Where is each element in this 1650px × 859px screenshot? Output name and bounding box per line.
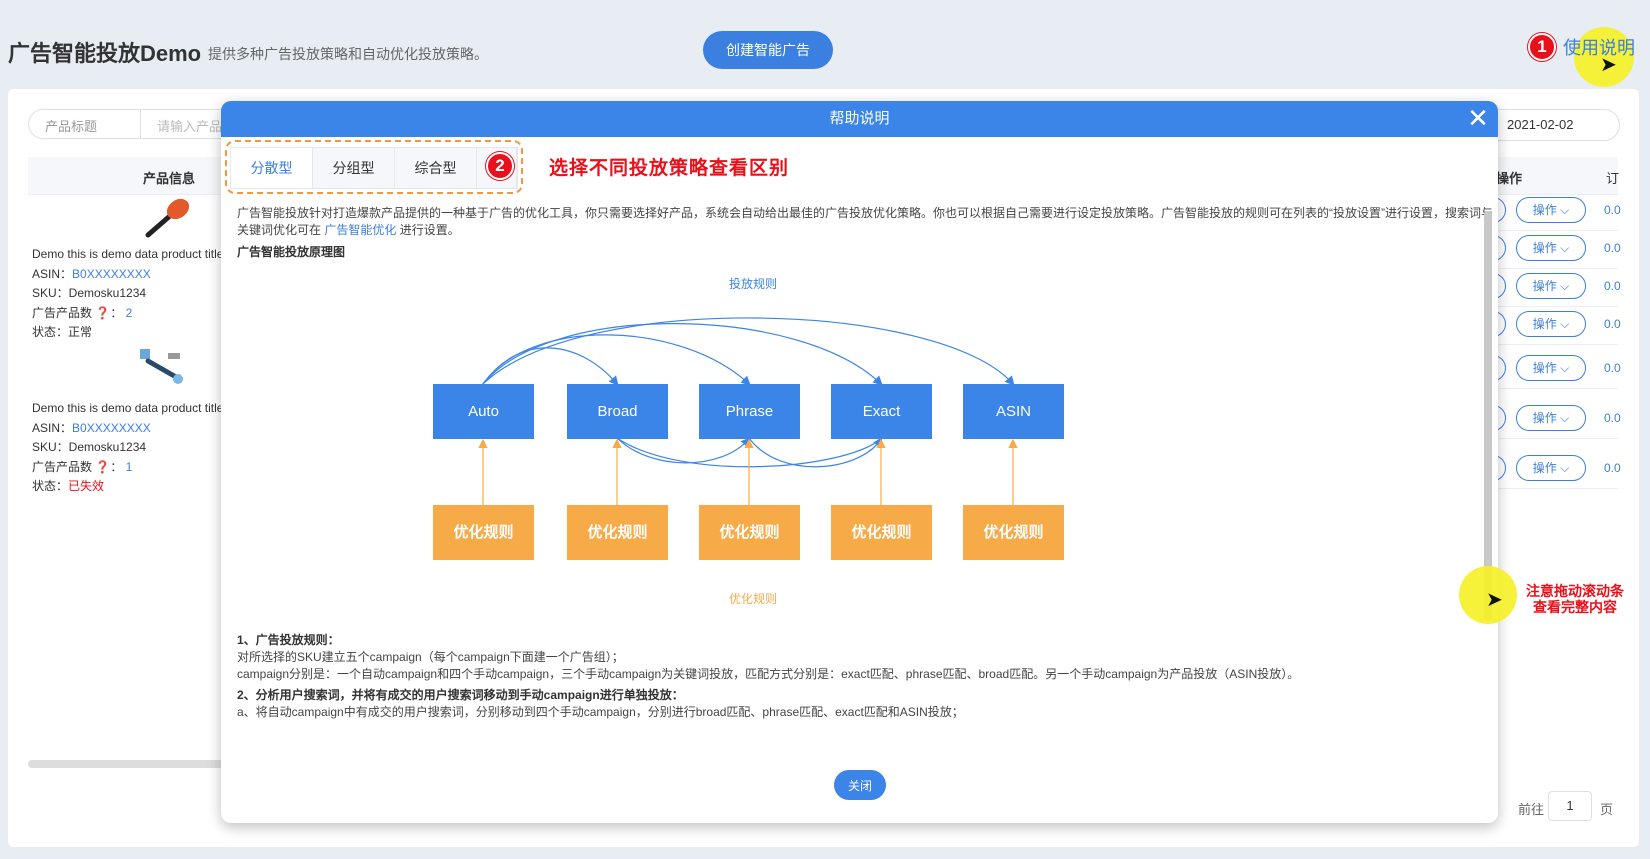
page-title: 广告智能投放Demo (8, 41, 202, 66)
scroll-annotation: 注意拖动滚动条 查看完整内容 (1526, 583, 1624, 615)
col-stub-value: 0.0 (1604, 317, 1621, 331)
col-stub-value: 0.0 (1604, 461, 1621, 475)
pager-goto-label: 前往 (1518, 802, 1545, 817)
node-asin: ASIN (963, 384, 1064, 439)
table-row: Demo this is demo data product title ASI… (32, 401, 224, 493)
node-exact: Exact (831, 384, 932, 439)
col-stub-value: 0.0 (1604, 241, 1621, 255)
help-dialog: 帮助说明 ✕ 分散型 分组型 综合型 2 选择不同投放策略查看区别 广告智能投放… (221, 101, 1498, 823)
row-divider (1486, 388, 1618, 389)
sku-text: SKU：Demosku1234 (32, 286, 147, 300)
section-1-line-1: 对所选择的SKU建立五个campaign（每个campaign下面建一个广告组）… (237, 650, 624, 664)
help-icon: ❓ (95, 459, 111, 474)
ad-count-label: 广告产品数 (32, 305, 93, 320)
node-opt-1: 优化规则 (433, 505, 534, 560)
asin-label: ASIN： (32, 420, 73, 435)
close-button[interactable]: 关闭 (834, 770, 886, 800)
col-stub-value: 0.0 (1604, 411, 1621, 425)
section-2-title: 2、分析用户搜索词，并将有成交的用户搜索词移动到手动campaign进行单独投放… (237, 688, 684, 702)
col-stub-value: 0.0 (1604, 203, 1621, 217)
status-label: 状态： (32, 479, 69, 493)
help-icon: ❓ (95, 305, 111, 320)
asin-label: ASIN： (32, 266, 73, 281)
product-title: Demo this is demo data product title (32, 401, 224, 415)
sku-text: SKU：Demosku1234 (32, 440, 147, 454)
op-dropdown-button[interactable]: 操作 ⌵ (1516, 197, 1586, 223)
asin-link[interactable]: B0XXXXXXXX (72, 421, 151, 435)
op-dropdown-button[interactable]: 操作 ⌵ (1516, 311, 1586, 337)
column-header-stub: 订 (1606, 171, 1620, 186)
cursor-icon: ➤ (1486, 589, 1503, 611)
product-image-brush (145, 198, 190, 238)
rules-section: 1、广告投放规则： 对所选择的SKU建立五个campaign（每个campaig… (237, 632, 1467, 721)
pager-unit-label: 页 (1600, 802, 1614, 817)
ad-count-label: 广告产品数 (32, 459, 93, 474)
ad-count[interactable]: 1 (126, 460, 133, 474)
column-header-op: 操作 (1496, 171, 1523, 186)
row-divider (1486, 344, 1618, 345)
column-header-product: 产品信息 (143, 171, 196, 186)
row-divider (1486, 488, 1618, 489)
section-1-line-2: campaign分别是：一个自动campaign和四个手动campaign，三个… (237, 667, 1300, 681)
op-dropdown-button[interactable]: 操作 ⌵ (1516, 235, 1586, 261)
section-1-title: 1、广告投放规则： (237, 633, 340, 647)
table-row: Demo this is demo data product title ASI… (32, 247, 224, 339)
date-picker[interactable]: 2021-02-02 (1478, 109, 1620, 141)
row-divider (1486, 306, 1618, 307)
section-2-line-1: a、将自动campaign中有成交的用户搜索词，分别移动到四个手动campaig… (237, 705, 964, 719)
status-label: 状态： (32, 325, 69, 339)
row-divider (1486, 438, 1618, 439)
row-divider (1486, 230, 1618, 231)
op-dropdown-button[interactable]: 操作 ⌵ (1516, 405, 1586, 431)
filter-input[interactable]: 请输入产品 (141, 109, 231, 139)
node-opt-5: 优化规则 (963, 505, 1064, 560)
step-badge-1: 1 (1528, 33, 1556, 61)
op-dropdown-button[interactable]: 操作 ⌵ (1516, 273, 1586, 299)
filter-select[interactable]: 产品标题 (28, 109, 141, 139)
node-broad: Broad (567, 384, 668, 439)
status-value: 正常 (68, 325, 93, 339)
product-title: Demo this is demo data product title (32, 247, 224, 261)
scroll-note-line-2: 查看完整内容 (1533, 599, 1617, 615)
cursor-icon: ➤ (1600, 54, 1617, 76)
pager-input[interactable]: 1 (1548, 791, 1592, 821)
horizontal-scrollbar[interactable] (28, 760, 228, 768)
col-stub-value: 0.0 (1604, 279, 1621, 293)
asin-link[interactable]: B0XXXXXXXX (72, 267, 151, 281)
dialog-scroll-thumb[interactable] (1484, 211, 1492, 621)
node-auto: Auto (433, 384, 534, 439)
op-dropdown-button[interactable]: 操作 ⌵ (1516, 355, 1586, 381)
ad-count[interactable]: 2 (126, 306, 133, 320)
node-opt-2: 优化规则 (567, 505, 668, 560)
node-phrase: Phrase (699, 384, 800, 439)
op-dropdown-button[interactable]: 操作 ⌵ (1516, 455, 1586, 481)
product-image-tool (140, 349, 183, 384)
help-link[interactable]: 使用说明 (1563, 34, 1635, 60)
node-opt-4: 优化规则 (831, 505, 932, 560)
node-opt-3: 优化规则 (699, 505, 800, 560)
rule-top-label: 投放规则 (729, 277, 778, 291)
rule-bottom-label: 优化规则 (729, 592, 778, 606)
create-ad-button[interactable]: 创建智能广告 (703, 31, 833, 69)
col-stub-value: 0.0 (1604, 361, 1621, 375)
scroll-note-line-1: 注意拖动滚动条 (1526, 583, 1624, 599)
row-divider (1486, 268, 1618, 269)
page-subtitle: 提供多种广告投放策略和自动优化投放策略。 (208, 46, 488, 62)
status-value: 已失效 (68, 479, 105, 493)
